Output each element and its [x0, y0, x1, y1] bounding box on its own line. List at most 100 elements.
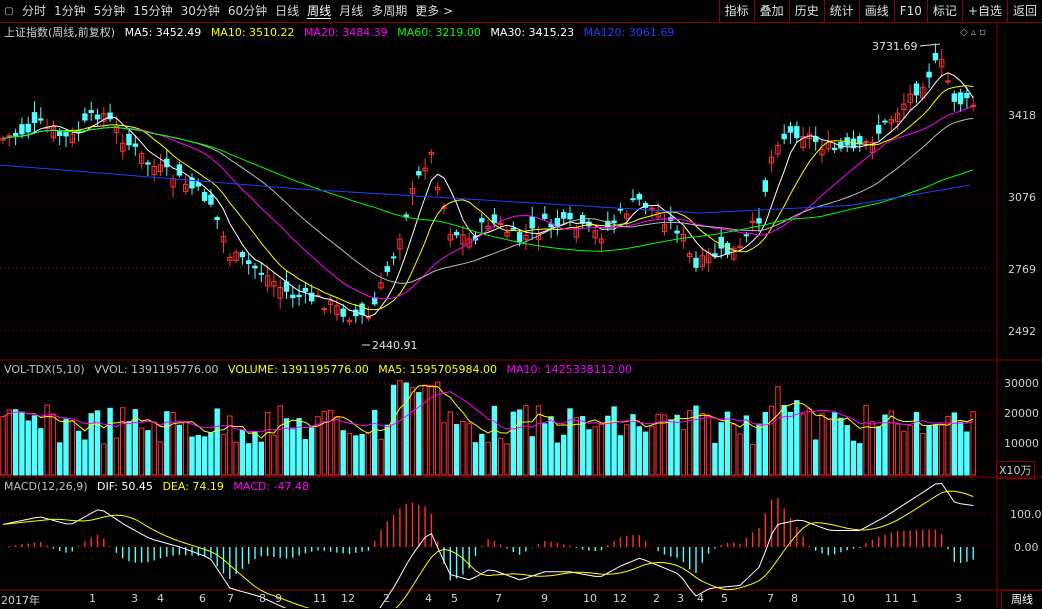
candle-body	[88, 110, 94, 113]
volume-bar	[567, 408, 573, 476]
candle-body	[57, 131, 63, 137]
vol-indicator-label[interactable]: VOL-TDX(5,10)	[4, 363, 85, 376]
volume-bar	[668, 419, 674, 476]
volume-bar	[353, 435, 359, 476]
candle-body	[302, 287, 309, 292]
x-tick-label: 4	[697, 592, 704, 605]
candle-body	[542, 213, 548, 219]
candle-body	[636, 193, 642, 200]
x-tick-label: 1	[89, 592, 96, 605]
volume-bar	[201, 436, 208, 476]
volume-bar	[750, 444, 756, 476]
volume-bar	[957, 421, 964, 476]
volume-bar	[101, 443, 107, 476]
candle-body	[718, 236, 724, 249]
volume-bar	[359, 433, 365, 476]
macd-tick: 100.0	[1010, 508, 1042, 521]
x-tick-label: 2017年	[1, 594, 40, 607]
volume-bar	[25, 420, 31, 476]
volume-bar	[491, 405, 498, 476]
x-tick-label: 6	[199, 592, 206, 605]
period-indicator[interactable]: 周线	[1001, 590, 1042, 609]
volume-bar	[661, 414, 668, 476]
volume-bar	[894, 423, 901, 476]
volume-tick: 30000	[1004, 377, 1039, 390]
volume-bar	[800, 413, 806, 476]
volume-bar	[504, 443, 510, 476]
candle-body	[863, 140, 869, 143]
volume-bar	[409, 387, 416, 476]
volume-bar	[378, 438, 384, 476]
macd-panel-header: MACD(12,26,9) DIF: 50.45 DEA: 74.19 MACD…	[4, 480, 315, 493]
volume-bar	[516, 409, 523, 476]
volume-bar	[611, 406, 617, 476]
volume-bar	[756, 423, 762, 476]
candle-body	[674, 230, 680, 234]
volume-unit: X10万	[996, 461, 1035, 479]
volume-bar	[334, 416, 340, 476]
candle-body	[340, 308, 346, 317]
x-tick-label: 8	[259, 592, 266, 605]
volume-bar	[227, 415, 233, 476]
candle-body	[491, 214, 498, 223]
x-tick-label: 3	[131, 592, 138, 605]
candle-body	[882, 120, 888, 123]
candle-body	[359, 303, 365, 315]
volume-bar	[19, 411, 25, 476]
volume-bar	[737, 433, 743, 476]
candle-body	[756, 218, 762, 224]
volume-bar	[195, 435, 202, 476]
volume-bar	[6, 409, 12, 476]
volume-bar	[844, 425, 850, 476]
volume-bar	[573, 417, 579, 476]
volume-bar	[794, 400, 800, 476]
volume-bar	[453, 424, 460, 476]
volume-bar	[787, 411, 794, 476]
vol-ma10-label: MA10: 1425338112.00	[506, 363, 633, 376]
ma30-label: MA30: 3415.23	[490, 26, 575, 39]
volume-bar	[214, 408, 220, 476]
volume-bar	[183, 421, 189, 476]
candle-body	[554, 217, 561, 227]
price-title: 上证指数(周线,前复权)	[4, 26, 116, 39]
x-tick-label: 10	[841, 592, 855, 605]
x-tick-label: 7	[767, 592, 774, 605]
volume-tick: 20000	[1004, 407, 1039, 420]
volume-bar	[869, 421, 876, 476]
chart-canvas[interactable]	[0, 0, 1042, 608]
candle-body	[94, 114, 101, 120]
x-tick-label: 2	[383, 592, 390, 605]
macd-indicator-label[interactable]: MACD(12,26,9)	[4, 480, 88, 493]
volume-bar	[642, 431, 649, 476]
volume-bar	[630, 414, 636, 476]
volume-bar	[302, 438, 309, 476]
volume-bar	[271, 434, 277, 476]
volume-bar	[617, 435, 624, 476]
candle-body	[479, 218, 485, 223]
volume-bar	[422, 384, 428, 476]
volume-bar	[863, 404, 869, 476]
x-tick-label: 3	[677, 592, 684, 605]
volume-bar	[340, 430, 346, 476]
volume-bar	[233, 441, 239, 476]
volume-bar	[605, 415, 611, 476]
volume-bar	[157, 441, 164, 476]
volume-bar	[107, 407, 113, 476]
candle-body	[252, 265, 258, 269]
volume-bar	[252, 431, 258, 476]
candle-body	[951, 93, 957, 102]
ma5-line	[2, 72, 974, 318]
price-tick: 3418	[1008, 109, 1036, 122]
x-tick-label: 12	[613, 592, 627, 605]
candle-body	[31, 112, 38, 124]
panel-icons[interactable]: ◇ ▵ ▫	[960, 27, 986, 38]
volume-bar	[680, 429, 687, 476]
volume-bar	[239, 429, 246, 476]
volume-bar	[857, 443, 863, 476]
volume-bar	[38, 428, 44, 476]
candle-body	[145, 162, 151, 165]
candle-body	[913, 83, 920, 96]
volume-bar	[510, 411, 517, 476]
candle-body	[390, 256, 397, 259]
volume-bar	[0, 416, 6, 476]
